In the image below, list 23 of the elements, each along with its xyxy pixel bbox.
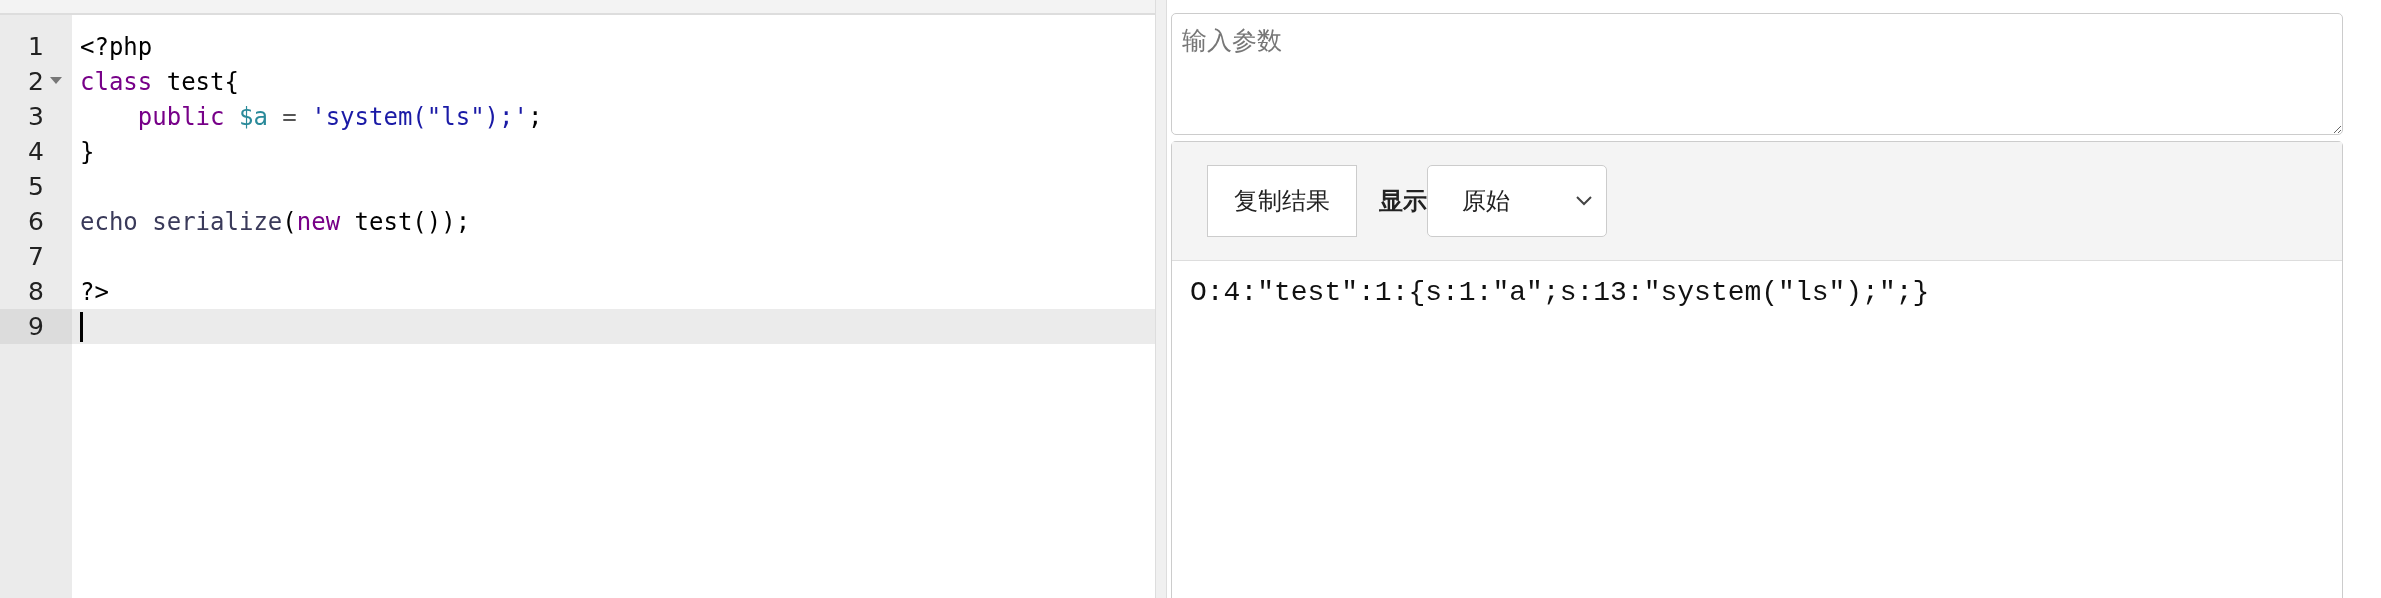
code-line: class test{ (80, 67, 239, 96)
serialized-output: O:4:"test":1:{s:1:"a";s:13:"system("ls");";} (1189, 276, 1931, 310)
line-number: 2 (27, 67, 44, 96)
line-number: 6 (27, 207, 44, 236)
code-line: echo serialize(new test()); (80, 207, 471, 236)
text-cursor (80, 311, 83, 342)
line-number: 7 (27, 242, 44, 271)
fold-caret-icon[interactable] (50, 77, 62, 85)
line-number: 9 (27, 312, 44, 341)
code-line: public $a = 'system("ls");'; (136, 102, 543, 131)
code-line: ?> (80, 277, 109, 306)
parameter-input[interactable]: 输入参数 (1171, 13, 2343, 135)
code-line: } (80, 137, 95, 166)
display-select[interactable]: 原始 (1427, 165, 1607, 237)
line-number: 8 (27, 277, 44, 306)
copy-result-button[interactable]: 复制结果 (1207, 165, 1357, 237)
line-number: 3 (27, 102, 44, 131)
line-number: 5 (27, 172, 44, 201)
line-number: 1 (27, 32, 44, 61)
chevron-down-icon (1576, 196, 1592, 206)
display-label: 显示 (1379, 186, 1427, 217)
code-line: <?php (80, 32, 153, 61)
line-number: 4 (27, 137, 44, 166)
